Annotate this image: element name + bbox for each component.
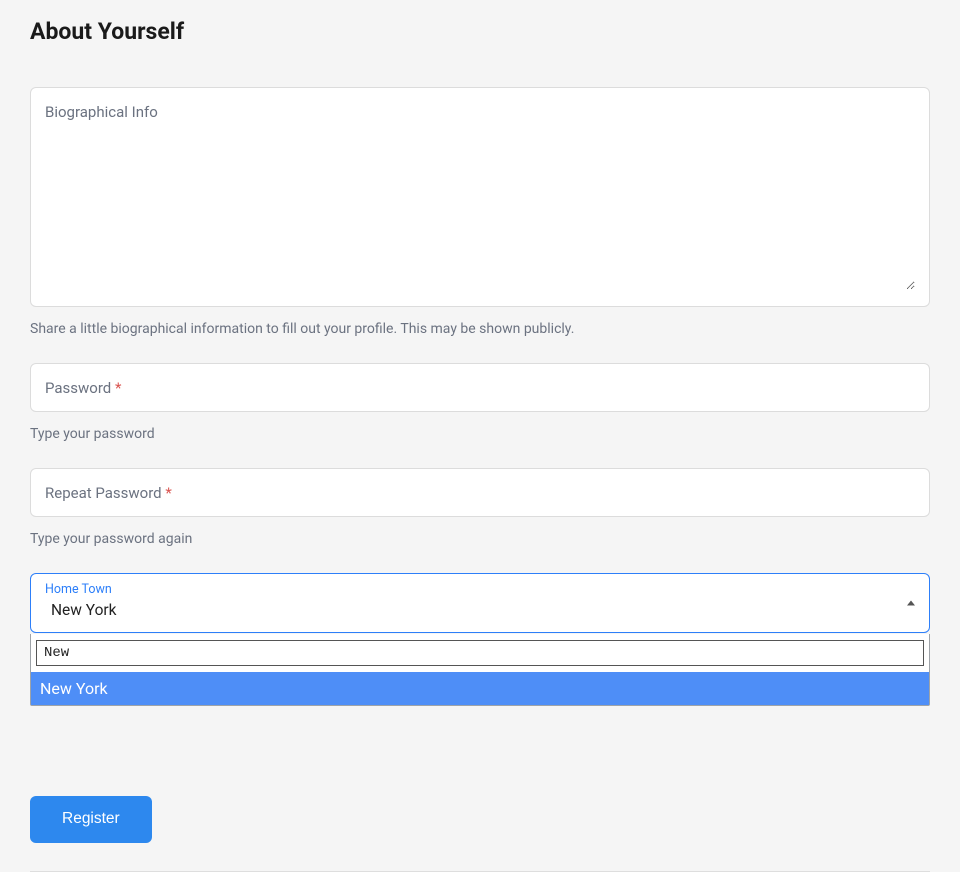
register-button[interactable]: Register bbox=[30, 796, 152, 843]
repeat-password-label: Repeat Password * bbox=[45, 484, 172, 502]
hometown-select[interactable]: Home Town New York bbox=[30, 573, 930, 633]
password-help-text: Type your password bbox=[30, 426, 930, 442]
password-label: Password * bbox=[45, 379, 121, 397]
hometown-group: Home Town New York New York bbox=[30, 573, 930, 706]
hometown-dropdown: New York bbox=[30, 634, 930, 706]
password-field[interactable]: Password * bbox=[30, 363, 930, 412]
password-label-text: Password bbox=[45, 379, 111, 397]
hometown-label: Home Town bbox=[45, 582, 915, 598]
password-required: * bbox=[115, 379, 121, 397]
section-title: About Yourself bbox=[30, 0, 930, 45]
bio-group: Share a little biographical information … bbox=[30, 87, 930, 337]
repeat-password-field[interactable]: Repeat Password * bbox=[30, 468, 930, 517]
hometown-option[interactable]: New York bbox=[31, 672, 929, 705]
repeat-password-help-text: Type your password again bbox=[30, 531, 930, 547]
repeat-password-group: Repeat Password * Type your password aga… bbox=[30, 468, 930, 547]
bio-help-text: Share a little biographical information … bbox=[30, 321, 930, 337]
divider bbox=[30, 871, 930, 872]
caret-up-icon bbox=[907, 600, 915, 605]
dropdown-search-wrap bbox=[31, 634, 929, 672]
repeat-password-label-text: Repeat Password bbox=[45, 484, 162, 502]
repeat-password-required: * bbox=[165, 484, 171, 502]
hometown-selected-value: New York bbox=[45, 598, 915, 622]
bio-field-wrap bbox=[30, 87, 930, 307]
bio-textarea[interactable] bbox=[45, 102, 915, 290]
hometown-search-input[interactable] bbox=[36, 640, 924, 666]
password-group: Password * Type your password bbox=[30, 363, 930, 442]
